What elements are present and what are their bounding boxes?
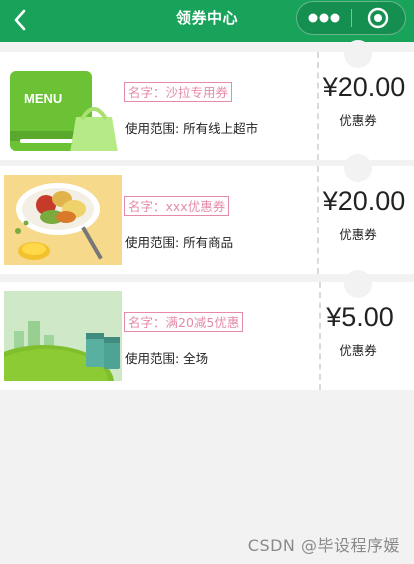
coupon-divider: [317, 166, 319, 274]
green-scene-illustration: [4, 291, 122, 381]
coupon-divider: [319, 282, 321, 390]
more-button[interactable]: [297, 2, 351, 34]
coupon-image-menu: MENU: [4, 61, 122, 151]
menu-capsule: [296, 1, 406, 35]
coupon-name-tag: 名字：xxx优惠券: [124, 196, 230, 216]
coupon-card-3[interactable]: 名字：满20减5优惠 使用范围: 全场 ¥5.00 优惠券: [0, 270, 414, 390]
svg-text:MENU: MENU: [24, 91, 62, 106]
coupon-card-1[interactable]: MENU 名字：沙拉专用券 使用范围: 所有线上超市 ¥20.00 优惠券: [0, 40, 414, 160]
coupon-name-tag: 名字：满20减5优惠: [124, 312, 244, 332]
coupon-price: ¥20.00: [322, 72, 406, 102]
watermark-text: CSDN @毕设程序媛: [247, 536, 400, 555]
coupon-image-salad: [4, 175, 122, 265]
coupon-scope: 使用范围: 所有商品: [125, 235, 234, 250]
menu-book-illustration: MENU: [4, 61, 122, 151]
nav-header: 领券中心: [0, 0, 414, 42]
close-button[interactable]: [352, 2, 405, 34]
coupon-divider: [317, 52, 319, 160]
salad-bowl-illustration: [4, 175, 122, 265]
coupon-notch: [344, 40, 372, 68]
coupon-notch: [344, 154, 372, 182]
coupon-card-2[interactable]: 名字：xxx优惠券 使用范围: 所有商品 ¥20.00 优惠券: [0, 154, 414, 274]
coupon-type: 优惠券: [339, 343, 377, 358]
coupon-scope: 使用范围: 所有线上超市: [125, 121, 259, 136]
coupon-image-green-scene: [4, 291, 122, 381]
coupon-scope: 使用范围: 全场: [125, 351, 209, 366]
target-close-icon: [368, 7, 389, 29]
coupon-price: ¥5.00: [326, 302, 394, 332]
coupon-type: 优惠券: [339, 227, 377, 242]
coupon-notch: [344, 270, 372, 298]
coupon-price: ¥20.00: [322, 186, 406, 216]
more-dots-icon: [308, 13, 340, 23]
coupon-name-tag: 名字：沙拉专用券: [124, 82, 233, 102]
coupon-type: 优惠券: [339, 113, 377, 128]
